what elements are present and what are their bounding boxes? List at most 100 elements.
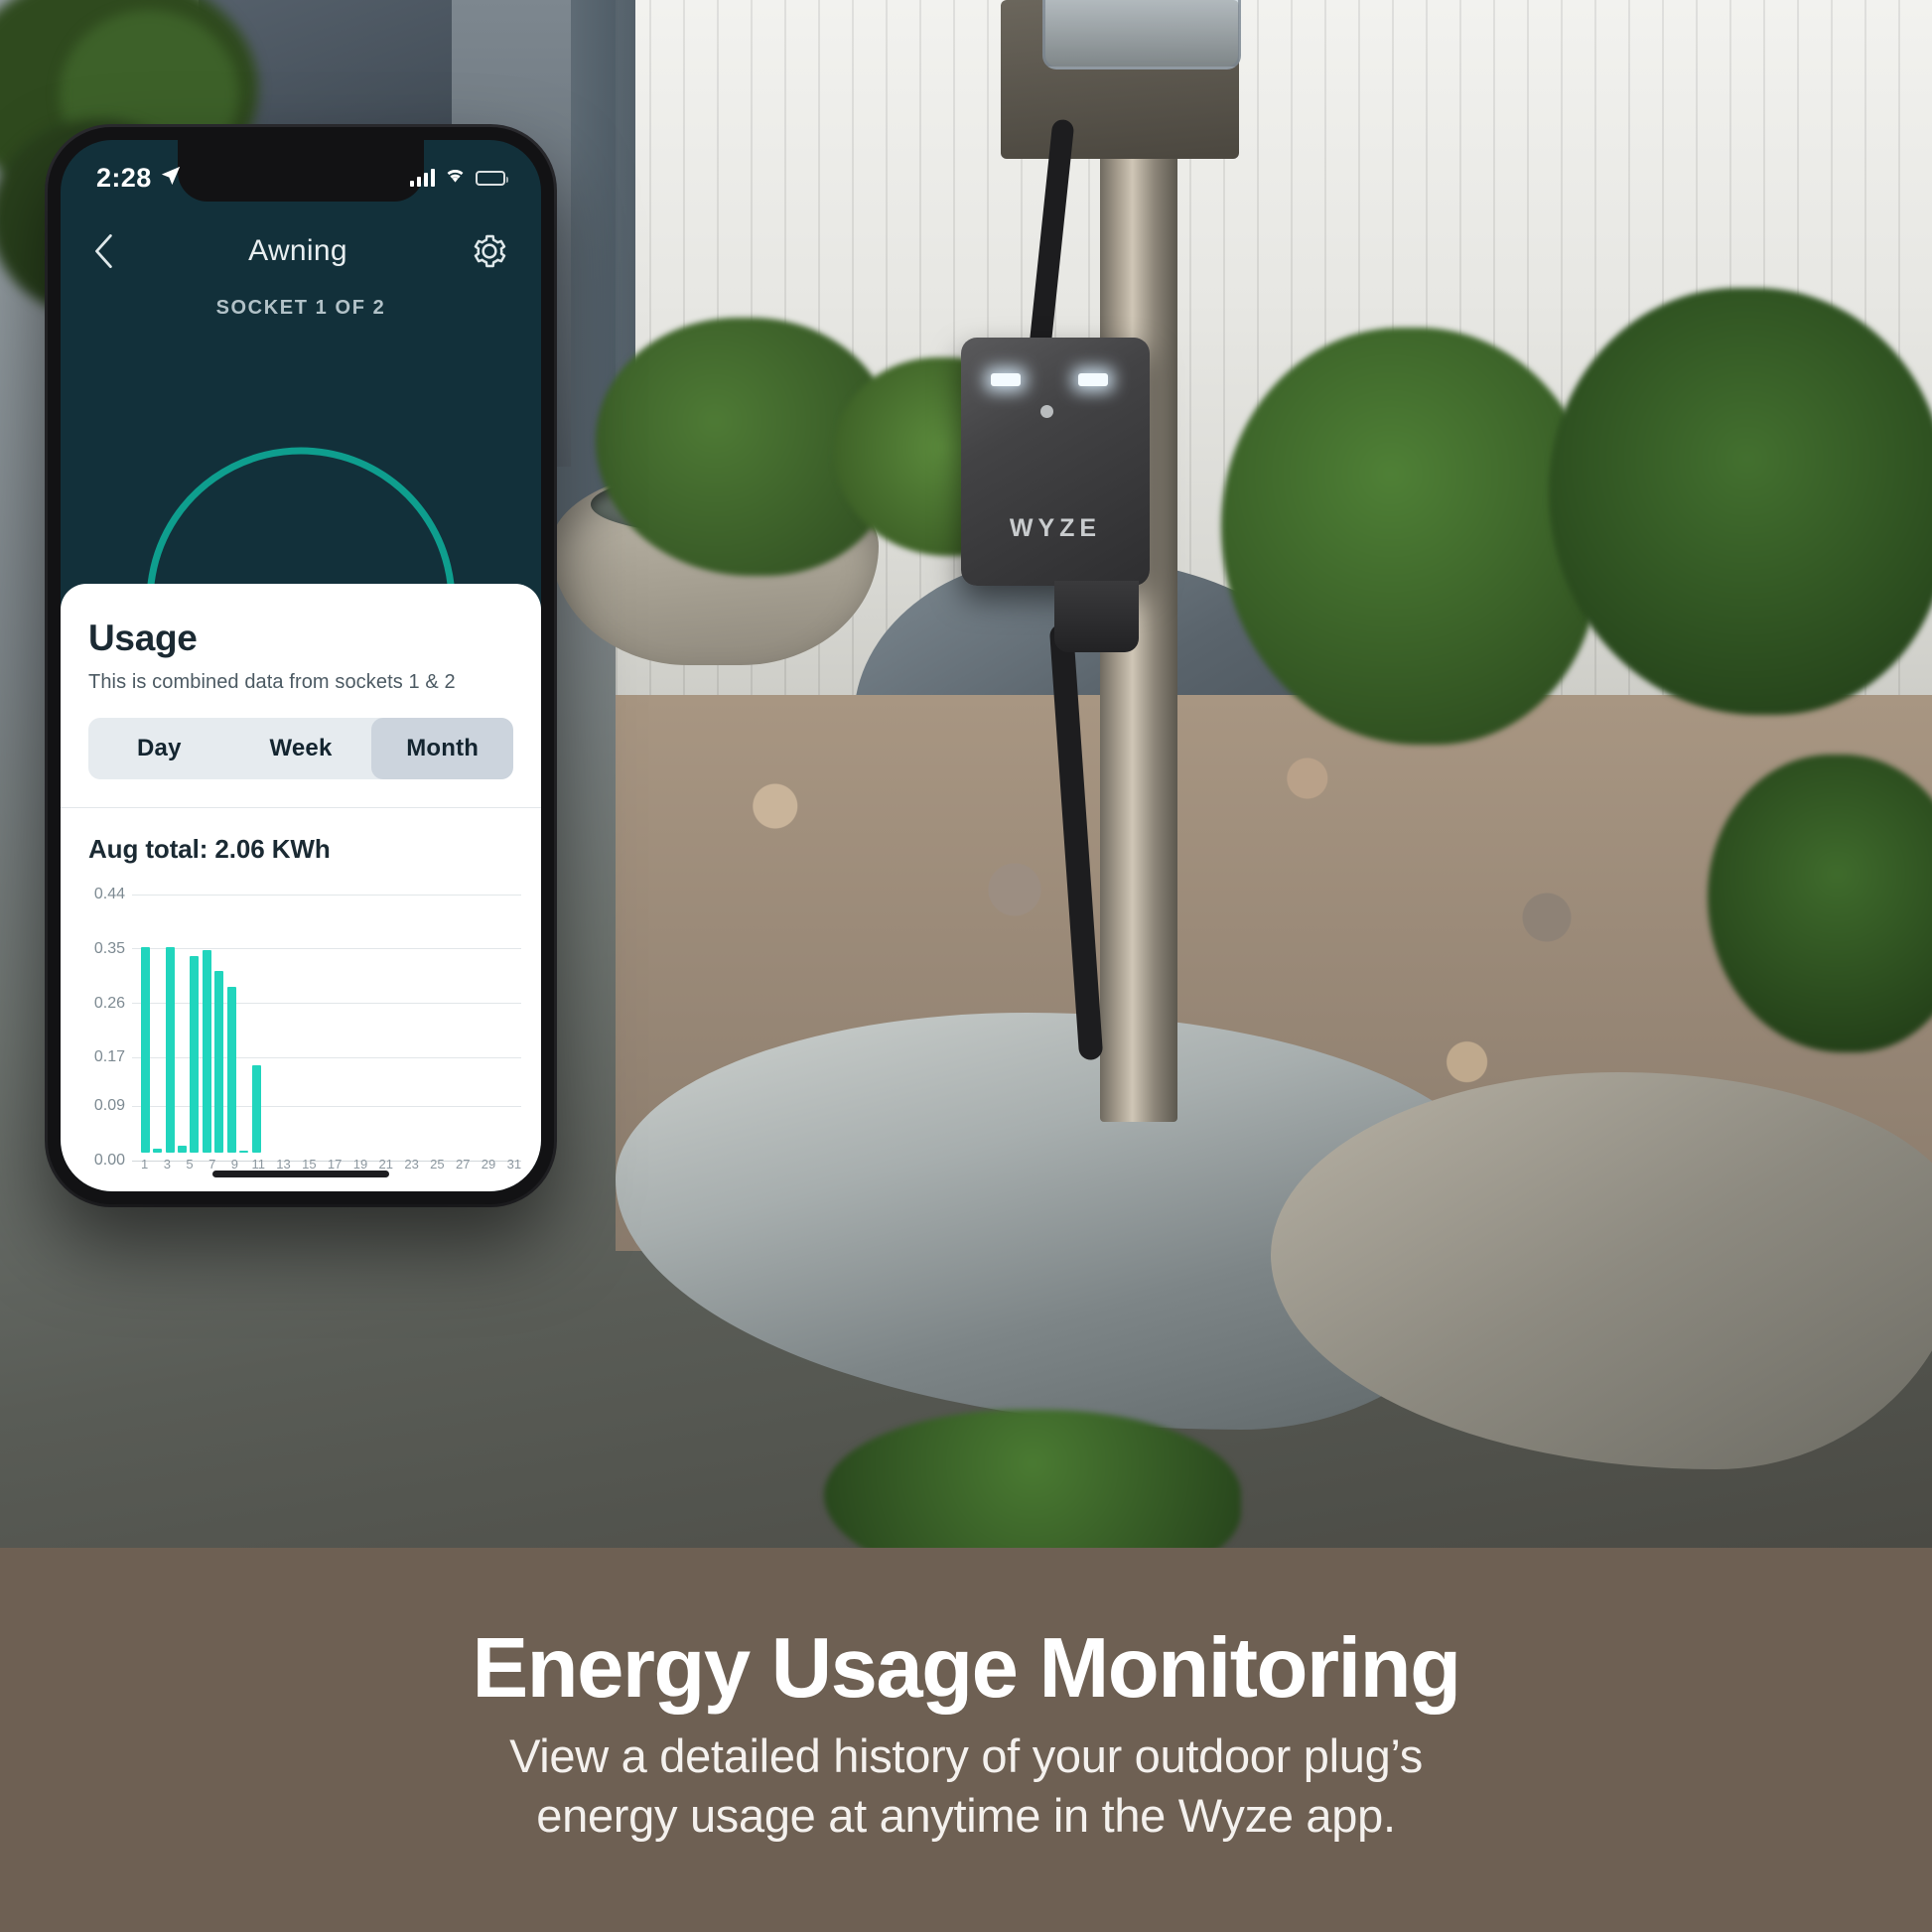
chart-bar-cell[interactable]	[460, 887, 472, 1153]
chart-x-tick-label: 7	[208, 1157, 216, 1172]
chart-bar-cell[interactable]	[176, 887, 188, 1153]
location-arrow-icon	[160, 165, 182, 192]
chart-bar-cell[interactable]	[201, 887, 212, 1153]
chart-bar-cell[interactable]	[435, 887, 447, 1153]
chart-bar[interactable]	[239, 1150, 249, 1153]
chevron-left-icon	[95, 234, 112, 268]
chart-bar-cell[interactable]	[472, 887, 483, 1153]
chart-x-tick-label: 19	[352, 1157, 368, 1172]
chart-x-tick-label: 13	[276, 1157, 291, 1172]
status-bar-right	[410, 167, 508, 189]
chart-x-tick-label: 29	[481, 1157, 496, 1172]
chart-x-tick-label: 25	[430, 1157, 445, 1172]
plug-led-left	[991, 373, 1021, 386]
chart-x-tick-label: 11	[251, 1157, 265, 1172]
plug-socket-outlet	[1054, 581, 1139, 652]
chart-bar-cell[interactable]	[151, 887, 163, 1153]
chart-bar-cell[interactable]	[509, 887, 521, 1153]
chart-y-tick-label: 0.17	[93, 1048, 125, 1066]
chart-bar[interactable]	[214, 971, 224, 1153]
chart-y-tick-label: 0.44	[93, 886, 125, 902]
chart-bar-cell[interactable]	[337, 887, 348, 1153]
tab-day[interactable]: Day	[88, 718, 230, 779]
plug-status-dot	[1040, 405, 1053, 418]
app-nav-bar: Awning	[61, 219, 541, 283]
chart-bar-cell[interactable]	[448, 887, 460, 1153]
chart-bar[interactable]	[165, 946, 175, 1153]
chart-bar-cell[interactable]	[250, 887, 262, 1153]
wyze-logo: WYZE	[1009, 514, 1102, 542]
monthly-total-label: Aug total: 2.06 KWh	[88, 834, 331, 864]
chart-bar-cell[interactable]	[324, 887, 336, 1153]
chart-x-tick-label	[196, 1157, 207, 1172]
chart-x-tick-label: 21	[378, 1157, 393, 1172]
chart-bar[interactable]	[202, 949, 211, 1153]
chart-bar[interactable]	[226, 986, 236, 1153]
chart-bar[interactable]	[190, 956, 200, 1153]
battery-icon	[476, 170, 508, 186]
tab-month[interactable]: Month	[371, 718, 513, 779]
chart-bar-cell[interactable]	[361, 887, 373, 1153]
chart-x-tick-label	[240, 1157, 251, 1172]
chart-bar-cell[interactable]	[385, 887, 397, 1153]
chart-bar-cell[interactable]	[189, 887, 201, 1153]
chart-bar-cell[interactable]	[373, 887, 385, 1153]
status-bar: 2:28	[61, 140, 541, 202]
chart-bar-cell[interactable]	[299, 887, 311, 1153]
chart-x-tick-label	[419, 1157, 430, 1172]
chart-x-tick-label: 5	[186, 1157, 194, 1172]
chart-x-tick-label	[291, 1157, 302, 1172]
chart-bar-cell[interactable]	[275, 887, 287, 1153]
chart-x-tick-label	[470, 1157, 481, 1172]
chart-bar[interactable]	[153, 1149, 163, 1153]
chart-x-tick-label: 9	[230, 1157, 239, 1172]
chart-bar-cell[interactable]	[164, 887, 176, 1153]
chart-bar-cell[interactable]	[312, 887, 324, 1153]
chart-bar[interactable]	[140, 946, 150, 1153]
chart-bar-cell[interactable]	[225, 887, 237, 1153]
chart-bar[interactable]	[251, 1064, 261, 1153]
chart-x-tick-label	[217, 1157, 228, 1172]
gear-icon	[474, 234, 506, 268]
wifi-icon	[444, 167, 467, 189]
back-button[interactable]	[92, 233, 132, 269]
chart-x-tick-label	[317, 1157, 328, 1172]
rock	[1271, 1072, 1932, 1469]
chart-x-tick-label: 31	[506, 1157, 522, 1172]
chart-x-tick-label: 1	[141, 1157, 149, 1172]
chart-bar-cell[interactable]	[398, 887, 410, 1153]
chart-bar-cell[interactable]	[423, 887, 435, 1153]
chart-bar-cell[interactable]	[139, 887, 151, 1153]
settings-button[interactable]	[464, 231, 509, 271]
chart-y-tick-label: 0.00	[93, 1152, 125, 1169]
home-indicator[interactable]	[212, 1171, 389, 1177]
chart-y-tick-label: 0.26	[93, 994, 125, 1012]
fixture-glass-cover	[1042, 0, 1241, 69]
chart-bar-cell[interactable]	[237, 887, 249, 1153]
status-clock: 2:28	[96, 162, 152, 193]
plug-led-right	[1078, 373, 1108, 386]
chart-x-tick-label	[150, 1157, 161, 1172]
chart-bar-cell[interactable]	[262, 887, 274, 1153]
marketing-banner: Energy Usage Monitoring View a detailed …	[0, 1548, 1932, 1932]
chart-x-tick-label	[173, 1157, 184, 1172]
tab-week[interactable]: Week	[230, 718, 372, 779]
socket-indicator-label: SOCKET 1 OF 2	[215, 297, 386, 319]
chart-bar[interactable]	[177, 1145, 187, 1153]
chart-y-tick-label: 0.35	[93, 939, 125, 957]
banner-subtext-line1: View a detailed history of your outdoor …	[509, 1728, 1423, 1782]
phone-screen: 2:28 Awning SOCKET 1 OF 2 Usage This is …	[61, 140, 541, 1191]
chart-x-tick-label	[393, 1157, 404, 1172]
chart-bar-cell[interactable]	[213, 887, 225, 1153]
chart-bar-cell[interactable]	[496, 887, 508, 1153]
chart-bar-cell[interactable]	[410, 887, 422, 1153]
chart-x-tick-label: 27	[455, 1157, 471, 1172]
chart-x-tick-label	[495, 1157, 506, 1172]
timeframe-segmented-control[interactable]: Day Week Month	[88, 718, 513, 779]
chart-bar-cell[interactable]	[287, 887, 299, 1153]
banner-subtext: View a detailed history of your outdoor …	[509, 1726, 1423, 1846]
chart-x-tick-label	[342, 1157, 352, 1172]
chart-bar-cell[interactable]	[348, 887, 360, 1153]
chart-bar-cell[interactable]	[484, 887, 496, 1153]
chart-x-tick-label: 17	[327, 1157, 343, 1172]
